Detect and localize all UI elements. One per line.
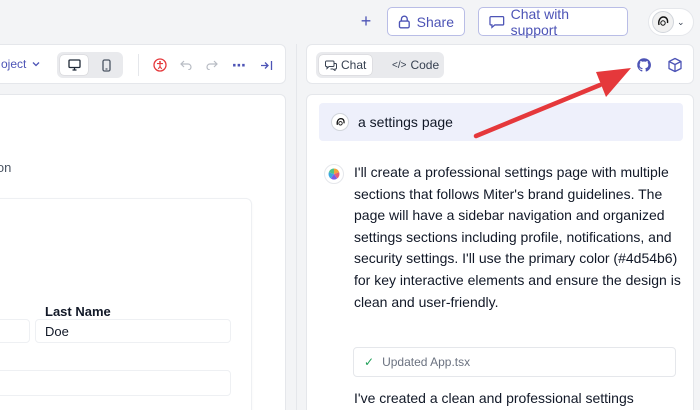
assistant-message-text: I've created a clean and professional se… <box>354 390 634 406</box>
user-message: a settings page <box>319 103 683 141</box>
accessibility-icon <box>153 58 167 72</box>
redo-button[interactable] <box>203 56 221 74</box>
more-options-button[interactable]: ⋯ <box>230 56 248 74</box>
chat-with-support-button[interactable]: Chat with support <box>478 5 628 38</box>
desktop-view-button[interactable] <box>60 55 88 75</box>
panel-divider[interactable] <box>296 44 297 410</box>
phone-icon <box>101 58 111 72</box>
project-label: oject <box>1 57 27 71</box>
chat-icon <box>325 60 337 71</box>
arrow-right-to-line-icon <box>260 60 272 70</box>
chat-header: Chat </> Code <box>306 44 694 84</box>
avatar-face-icon <box>336 117 345 125</box>
share-label: Share <box>416 13 454 30</box>
cube-icon[interactable] <box>667 57 683 73</box>
support-label: Chat with support <box>510 5 569 38</box>
assistant-logo-icon <box>328 168 340 180</box>
undo-button[interactable] <box>177 56 195 74</box>
assistant-avatar <box>324 164 344 184</box>
avatar <box>652 11 674 33</box>
file-update-status[interactable]: ✓ Updated App.tsx <box>353 347 676 377</box>
toolbar-divider <box>138 54 139 76</box>
user-menu[interactable]: ⌄ <box>648 8 694 36</box>
chevron-down-icon <box>32 62 40 67</box>
ellipsis-icon: ⋯ <box>232 56 246 73</box>
tab-chat-label: Chat <box>341 58 367 72</box>
tab-chat[interactable]: Chat <box>319 55 373 75</box>
user-message-text: a settings page <box>358 114 453 130</box>
undo-icon <box>180 60 192 70</box>
project-selector[interactable]: oject <box>1 57 40 71</box>
device-toggle <box>57 52 123 78</box>
check-icon: ✓ <box>364 355 375 369</box>
view-tabs: Chat </> Code <box>316 52 444 78</box>
file-update-label: Updated App.tsx <box>382 355 471 369</box>
chat-bubble-icon <box>489 15 505 29</box>
plus-icon: + <box>360 11 372 31</box>
mobile-view-button[interactable] <box>92 55 120 75</box>
tab-code-label: Code <box>410 58 440 72</box>
last-name-field[interactable]: Doe <box>35 319 231 343</box>
chat-panel: a settings page I'll create a profession… <box>306 94 694 410</box>
redo-icon <box>206 60 218 70</box>
avatar-face-icon <box>658 16 669 26</box>
code-icon: </> <box>392 59 407 71</box>
add-button[interactable]: + <box>357 12 375 30</box>
share-button[interactable]: Share <box>387 7 465 36</box>
user-avatar <box>331 113 349 131</box>
assistant-message-text: I'll create a professional settings page… <box>354 164 681 310</box>
accessibility-button[interactable] <box>151 56 169 74</box>
text-field[interactable] <box>0 370 231 396</box>
first-name-field[interactable] <box>0 319 30 343</box>
chevron-down-icon: ⌄ <box>677 16 685 27</box>
preview-toolbar: oject ⋯ <box>0 44 286 84</box>
github-icon[interactable] <box>636 57 652 73</box>
tab-code[interactable]: </> Code <box>386 55 445 75</box>
collapse-panel-button[interactable] <box>257 56 275 74</box>
lock-icon <box>398 15 410 29</box>
monitor-icon <box>67 59 81 71</box>
section-subtitle: ion <box>0 160 12 175</box>
last-name-label: Last Name <box>45 304 111 319</box>
